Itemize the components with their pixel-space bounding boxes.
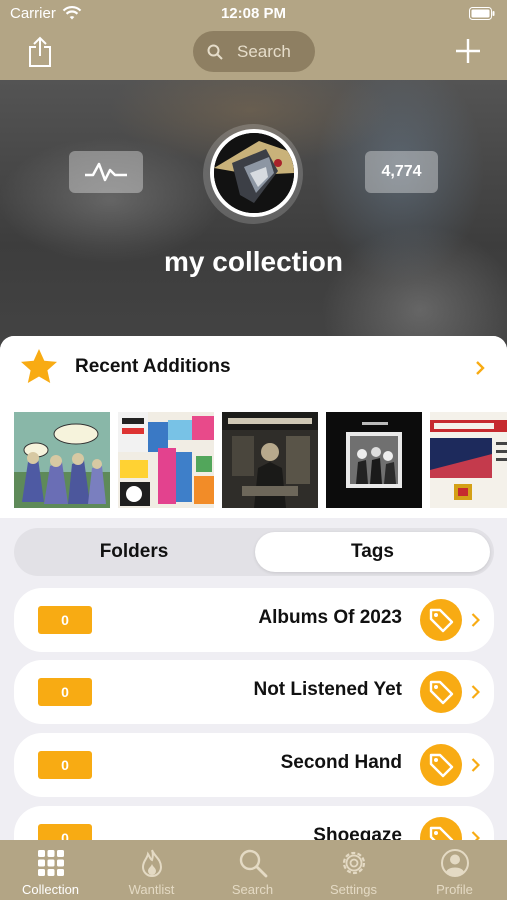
chevron-right-icon — [471, 685, 480, 699]
tag-button[interactable] — [420, 599, 462, 641]
tag-row[interactable]: 0 Shoegaze — [14, 806, 494, 840]
tab-profile[interactable]: Profile — [404, 840, 505, 900]
tag-row[interactable]: 0 Second Hand — [14, 733, 494, 797]
chevron-right-icon — [471, 613, 480, 627]
tag-icon — [429, 608, 454, 633]
star-icon — [21, 349, 57, 383]
tag-icon — [429, 680, 454, 705]
tag-count-badge: 0 — [38, 751, 92, 779]
album-cover-art — [326, 412, 422, 508]
chevron-right-icon — [471, 758, 480, 772]
grid-icon — [37, 850, 64, 876]
album-cover-art — [222, 412, 318, 508]
share-icon — [29, 36, 51, 67]
collection-hero: 4,774 my collection — [0, 80, 507, 355]
battery-icon — [469, 7, 495, 20]
item-count-badge[interactable]: 4,774 — [365, 151, 438, 193]
gear-icon — [342, 851, 365, 875]
segment-folders[interactable]: Folders — [14, 528, 254, 576]
tab-label: Wantlist — [128, 882, 175, 897]
album-cover-art — [14, 412, 110, 508]
status-bar: Carrier 12:08 PM — [0, 0, 507, 28]
tag-button[interactable] — [420, 817, 462, 840]
tag-count-badge: 0 — [38, 606, 92, 634]
avatar-image — [214, 133, 294, 213]
collection-sheet: Recent Additions Folders Tags 0 Albums O… — [0, 336, 507, 840]
tab-label: Search — [231, 882, 274, 897]
person-icon — [440, 849, 469, 877]
magnifier-icon — [239, 849, 267, 878]
tag-icon — [429, 753, 454, 778]
add-button[interactable] — [455, 38, 481, 64]
avatar[interactable] — [210, 129, 298, 217]
chevron-right-icon — [471, 831, 480, 840]
tag-name: Second Hand — [280, 752, 402, 773]
tag-button[interactable] — [420, 744, 462, 786]
tag-row[interactable]: 0 Albums Of 2023 — [14, 588, 494, 652]
search-placeholder: Search — [237, 41, 291, 61]
segment-tags[interactable]: Tags — [255, 532, 490, 572]
navigation-bar: Carrier 12:08 PM Search — [0, 0, 507, 80]
activity-button[interactable] — [69, 151, 143, 193]
album-cover-art — [118, 412, 214, 508]
tab-label: Collection — [21, 882, 80, 897]
share-button[interactable] — [26, 36, 54, 68]
tag-row[interactable]: 0 Not Listened Yet — [14, 660, 494, 724]
flame-icon — [141, 849, 162, 877]
tag-button[interactable] — [420, 671, 462, 713]
collection-title: my collection — [164, 246, 343, 277]
tag-count-badge: 0 — [38, 824, 92, 840]
search-field[interactable]: Search — [193, 31, 315, 72]
recent-additions-header[interactable]: Recent Additions — [0, 336, 507, 398]
folders-tags-segmented-control[interactable]: Folders Tags — [14, 528, 494, 576]
tag-name: Albums Of 2023 — [258, 607, 402, 628]
album-cover[interactable] — [222, 412, 318, 508]
album-cover[interactable] — [326, 412, 422, 508]
album-cover[interactable] — [118, 412, 214, 508]
tag-icon — [429, 826, 454, 840]
tab-label: Profile — [436, 882, 473, 897]
tab-collection[interactable]: Collection — [0, 840, 101, 900]
activity-icon — [85, 162, 127, 182]
tab-search[interactable]: Search — [202, 840, 303, 900]
recent-additions-label: Recent Additions — [75, 356, 231, 377]
album-cover[interactable] — [14, 412, 110, 508]
tab-wantlist[interactable]: Wantlist — [101, 840, 202, 900]
album-cover[interactable] — [430, 412, 507, 508]
search-icon — [207, 44, 223, 60]
tab-settings[interactable]: Settings — [303, 840, 404, 900]
tag-count-badge: 0 — [38, 678, 92, 706]
tag-name: Not Listened Yet — [253, 679, 402, 700]
album-cover-art — [430, 412, 507, 508]
tab-bar: Collection Wantlist Search Settings Prof… — [0, 840, 507, 900]
chevron-right-icon — [476, 361, 485, 375]
recent-covers-strip[interactable] — [0, 398, 507, 518]
tag-name: Shoegaze — [313, 825, 402, 840]
tab-label: Settings — [330, 882, 377, 897]
clock: 12:08 PM — [220, 5, 287, 22]
